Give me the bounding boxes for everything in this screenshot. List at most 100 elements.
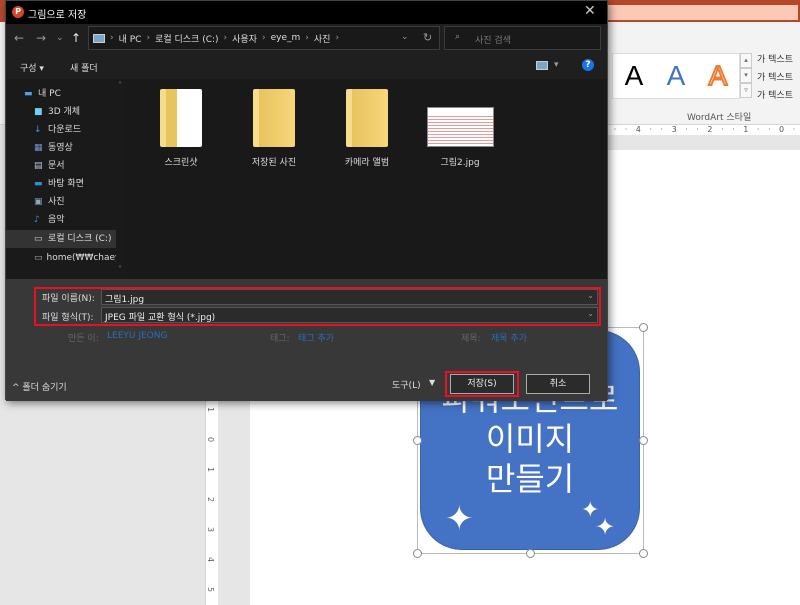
- pc-icon: ▬: [24, 89, 33, 99]
- wordart-style-blue[interactable]: A: [667, 60, 686, 92]
- wordart-style-orange[interactable]: A: [708, 59, 729, 92]
- file-name: 스크린샷: [164, 158, 198, 168]
- file-type-value: JPEG 파일 교환 형식 (*.jpg): [105, 313, 216, 323]
- search-input[interactable]: ⌕ 사진 검색: [444, 26, 601, 50]
- address-bar[interactable]: › 내 PC › 로컬 디스크 (C:) › 사용자 › eye_m › 사진 › ⌄ ↻: [88, 26, 440, 50]
- music-icon: ♪: [34, 215, 40, 225]
- shape-text-line: 만들기: [485, 460, 575, 498]
- file-type-label: 파일 형식(T):: [42, 313, 94, 323]
- address-dropdown-icon[interactable]: ⌄: [401, 32, 409, 42]
- nav-item-network-drive[interactable]: ▭home(₩₩chaeyu: [6, 249, 116, 267]
- help-icon[interactable]: ?: [582, 59, 594, 71]
- add-title-link[interactable]: 제목 추가: [491, 331, 527, 344]
- folder-item[interactable]: 카메라 앨범: [322, 89, 412, 168]
- nav-item-downloads[interactable]: ↓ 다운로드: [6, 121, 124, 139]
- tags-label: 태그:: [270, 334, 290, 344]
- cancel-button[interactable]: 취소: [526, 374, 590, 394]
- document-icon: ▤: [34, 161, 43, 171]
- resize-handle[interactable]: [413, 549, 422, 558]
- view-options-icon[interactable]: [536, 61, 548, 70]
- chevron-down-icon[interactable]: ⌄: [587, 291, 594, 300]
- ruler-tick: 1: [206, 406, 216, 413]
- hide-folders-button[interactable]: ^ 폴더 숨기기: [12, 380, 67, 393]
- shape-text-line: 이미지: [485, 420, 575, 458]
- title-label: 제목:: [461, 334, 481, 344]
- breadcrumb-item[interactable]: 로컬 디스크 (C:): [155, 32, 218, 45]
- save-button[interactable]: 저장(S): [450, 374, 514, 394]
- ruler-tick: 5: [206, 586, 216, 593]
- wordart-group-label: WordArt 스타일: [687, 113, 752, 123]
- file-name-label: 파일 이름(N):: [42, 294, 95, 304]
- add-tag-link[interactable]: 태그 추가: [298, 331, 334, 344]
- nav-item-label: 바탕 화면: [48, 179, 84, 189]
- text-effects-button[interactable]: 가 텍스트: [757, 88, 793, 101]
- dialog-toolbar: 구성 ▾ 새 폴더 ▾ ?: [6, 53, 607, 79]
- text-fill-button[interactable]: 가 텍스트: [757, 52, 793, 65]
- nav-item-pictures[interactable]: ▣ 사진: [6, 193, 124, 211]
- view-dropdown-icon[interactable]: ▾: [554, 60, 559, 70]
- organize-button[interactable]: 구성 ▾: [20, 61, 44, 74]
- nav-item-3d-objects[interactable]: ■ 3D 개체: [6, 103, 124, 121]
- recent-chevron-icon[interactable]: ⌄: [56, 33, 64, 43]
- file-type-select[interactable]: JPEG 파일 교환 형식 (*.jpg) ⌄: [101, 307, 598, 323]
- nav-item-videos[interactable]: ▦ 동영상: [6, 139, 124, 157]
- breadcrumb-item[interactable]: 내 PC: [119, 32, 142, 45]
- ruler-tick: 2: [206, 496, 216, 503]
- folder-icon: [160, 89, 202, 147]
- resize-handle[interactable]: [639, 549, 648, 558]
- text-outline-button[interactable]: 가 텍스트: [757, 70, 793, 83]
- resize-handle[interactable]: [413, 436, 422, 445]
- author-value[interactable]: LEEYU JEONG: [107, 331, 167, 341]
- navigation-pane: ˄ ▬ 내 PC ■ 3D 개체 ↓ 다운로드 ▦ 동영상 ▤ 문서 ▬ 바탕 화면 ▣ 사진…: [6, 79, 126, 336]
- image-thumbnail: [426, 107, 494, 147]
- back-icon[interactable]: ←: [14, 31, 24, 45]
- folder-item[interactable]: 스크린샷: [136, 89, 226, 168]
- nav-item-local-disk[interactable]: ▭ 로컬 디스크 (C:): [6, 230, 116, 248]
- tools-button[interactable]: 도구(L): [392, 378, 421, 391]
- folder-item[interactable]: 저장된 사진: [229, 89, 319, 168]
- breadcrumb-item[interactable]: 사진: [314, 32, 331, 45]
- resize-handle[interactable]: [639, 323, 648, 332]
- new-folder-button[interactable]: 새 폴더: [70, 61, 98, 74]
- horizontal-ruler: 5 · · 4 · · 3 · · 2 · · 1 · · 0 · · 1: [600, 125, 800, 135]
- wordart-gallery[interactable]: A A A: [612, 53, 740, 99]
- sparkle-icon: ✦: [445, 499, 474, 539]
- forward-icon[interactable]: →: [36, 31, 46, 45]
- gallery-down-icon[interactable]: ▾: [740, 68, 752, 83]
- up-icon[interactable]: ↑: [71, 31, 81, 45]
- wordart-style-black[interactable]: A: [625, 60, 644, 92]
- search-placeholder: 사진 검색: [475, 36, 511, 46]
- folder-icon: [346, 89, 388, 147]
- nav-item-music[interactable]: ♪ 음악: [6, 211, 124, 229]
- breadcrumb-item[interactable]: eye_m: [271, 33, 301, 43]
- save-options-panel: 파일 이름(N): 그림1.jpg ⌄ 파일 형식(T): JPEG 파일 교환 …: [6, 279, 607, 401]
- close-icon[interactable]: ✕: [584, 3, 596, 19]
- refresh-icon[interactable]: ↻: [423, 31, 432, 44]
- nav-item-desktop[interactable]: ▬ 바탕 화면: [6, 175, 124, 193]
- dialog-title: 그림으로 저장: [28, 10, 87, 21]
- desktop-icon: ▬: [34, 179, 43, 189]
- powerpoint-search-box[interactable]: [608, 5, 798, 20]
- file-list: 스크린샷 저장된 사진 카메라 앨범 그림2.jpg: [126, 79, 607, 279]
- file-name-input[interactable]: 그림1.jpg ⌄: [101, 289, 598, 305]
- nav-item-label: 동영상: [48, 143, 73, 153]
- gallery-up-icon[interactable]: ▴: [740, 53, 752, 68]
- scroll-down-icon[interactable]: ˅: [118, 265, 122, 274]
- nav-item-documents[interactable]: ▤ 문서: [6, 157, 124, 175]
- image-file-item[interactable]: 그림2.jpg: [415, 89, 505, 168]
- download-icon: ↓: [34, 125, 42, 135]
- nav-item-label: home(₩₩chaeyu: [46, 253, 116, 263]
- author-label: 만든 이:: [68, 334, 99, 344]
- file-name: 저장된 사진: [251, 158, 297, 168]
- resize-handle[interactable]: [639, 436, 648, 445]
- tools-dropdown-icon[interactable]: ▼: [429, 378, 435, 387]
- chevron-down-icon[interactable]: ⌄: [587, 309, 594, 318]
- nav-item-my-pc[interactable]: ▬ 내 PC: [6, 85, 124, 103]
- search-icon: ⌕: [455, 32, 461, 42]
- gallery-more-icon[interactable]: ▿: [740, 83, 752, 98]
- ruler-tick: 1: [206, 466, 216, 473]
- breadcrumb-item[interactable]: 사용자: [232, 32, 257, 45]
- nav-item-label: 음악: [48, 215, 65, 225]
- resize-handle[interactable]: [526, 549, 535, 558]
- video-icon: ▦: [34, 143, 43, 153]
